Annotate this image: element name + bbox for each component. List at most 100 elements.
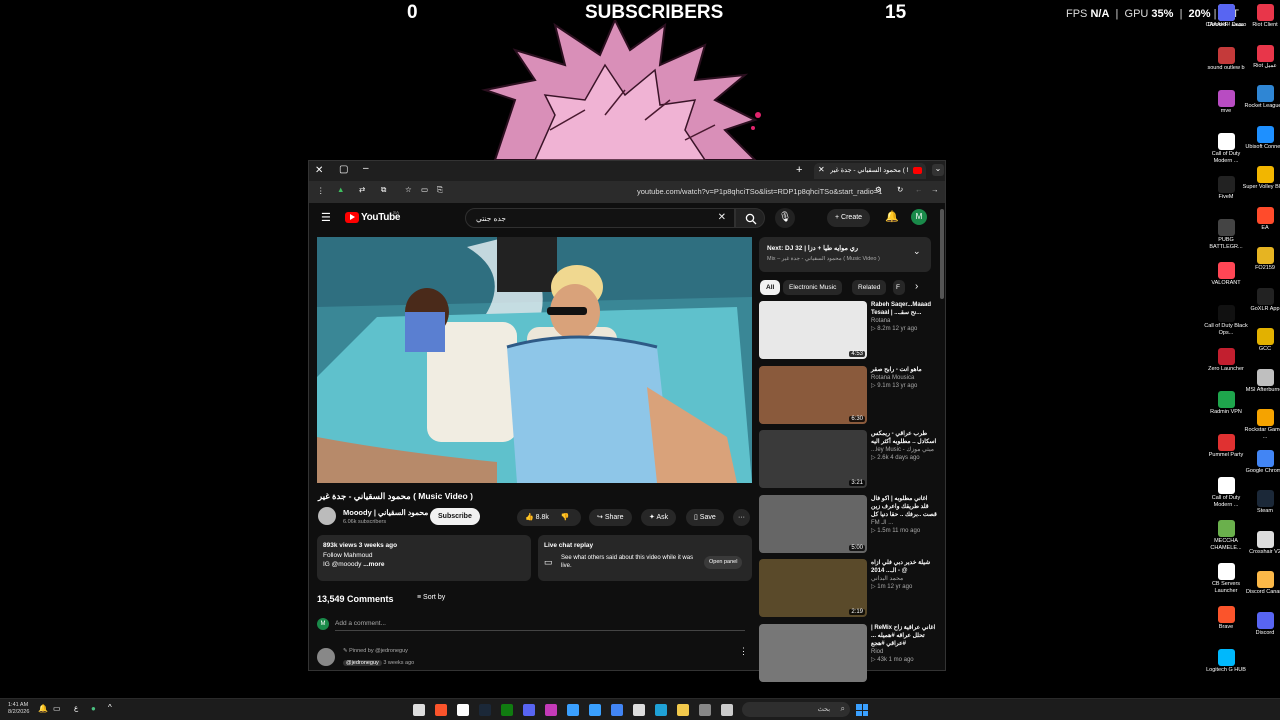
video-thumbnail[interactable]: 6:30 xyxy=(759,365,867,424)
settings-icon[interactable] xyxy=(699,704,711,716)
tray-chevron-up-icon[interactable]: ^ xyxy=(108,703,112,712)
url-text[interactable]: youtube.com/watch?v=P1p8qhciTSo&list=RDP… xyxy=(637,187,882,196)
language-indicator[interactable]: ع xyxy=(74,704,78,712)
related-video-item[interactable]: 4:53 Rabeh Saqer...Maaad Tesaal | ...نح س… xyxy=(759,301,939,359)
desktop-icon[interactable]: FO2159 xyxy=(1242,247,1280,272)
chip-electronic-music[interactable]: Electronic Music xyxy=(783,280,843,295)
add-comment-input[interactable]: Add a comment... xyxy=(335,620,745,631)
taskbar-search-input[interactable]: بحث ⌕ xyxy=(742,702,850,717)
edge-icon[interactable] xyxy=(655,704,667,716)
related-video-title[interactable]: | ReMix اغاني عراقية زاح تحلل عراقه #همي… xyxy=(871,624,937,648)
window-icon[interactable] xyxy=(721,704,733,716)
xbox-icon[interactable] xyxy=(501,704,513,716)
related-video-title[interactable]: اغاني مطلوبه | اكو فال قلد طريقك واعرف ز… xyxy=(871,495,937,519)
back-icon[interactable]: → xyxy=(931,185,939,194)
desktop-icon[interactable]: Ubisoft Connect xyxy=(1242,125,1280,151)
show-more-link[interactable]: ...more xyxy=(363,561,384,568)
open-panel-button[interactable]: Open panel xyxy=(704,556,743,569)
video-thumbnail[interactable]: 4:53 xyxy=(759,301,867,359)
more-actions-button[interactable]: ··· xyxy=(733,509,750,526)
channel-avatar[interactable] xyxy=(318,507,336,525)
notifications-bell-icon[interactable]: 🔔 xyxy=(885,210,899,223)
desktop-icon[interactable]: Super Volley Blast xyxy=(1242,166,1280,191)
obs-icon[interactable] xyxy=(413,704,425,716)
related-video-item[interactable]: 5:00 اغاني مطلوبه | اكو فال قلد طريقك واع… xyxy=(759,494,939,553)
search-input[interactable]: جده جنتي ✕ xyxy=(465,208,735,228)
network-icon[interactable]: ▭ xyxy=(53,704,61,713)
voice-search-icon[interactable]: 🎙 xyxy=(775,208,795,228)
chip-more[interactable]: F xyxy=(893,280,905,295)
account-avatar[interactable]: M xyxy=(911,209,927,225)
pinned-user-chip[interactable]: @jedroneguy xyxy=(343,660,382,666)
related-video-item[interactable]: 3:21 طرب عراقي - ريمكس اسكادل .. مطلوبه أ… xyxy=(759,430,939,488)
active-tab[interactable]: ✕ محمود السقياني - جدة غير ( Mu xyxy=(814,163,926,179)
related-video-channel[interactable]: Riod xyxy=(871,648,937,656)
extensions-puzzle-icon[interactable]: ⧉ xyxy=(381,185,386,195)
create-button[interactable]: + Create xyxy=(827,209,871,227)
desktop-icon[interactable]: EA xyxy=(1242,206,1280,232)
mic-icon[interactable]: ● xyxy=(91,704,96,713)
related-video-title[interactable]: طرب عراقي - ريمكس اسكادل .. مطلوبه أكثر … xyxy=(871,430,937,446)
related-video-title[interactable]: شيلة خدير دبي فلي ازاه الـ... 2014 - @ xyxy=(871,559,937,575)
video-thumbnail[interactable]: 3:21 xyxy=(759,430,867,488)
clear-search-icon[interactable]: ✕ xyxy=(718,212,726,223)
related-video-channel[interactable]: FM الـ ... xyxy=(871,519,937,527)
related-video-channel[interactable]: Rotana xyxy=(871,317,937,325)
mix-playlist-panel[interactable]: Next: DJ 32 | ري موايه طيا + دزا Mix – م… xyxy=(759,237,931,272)
store-icon[interactable] xyxy=(633,704,645,716)
desktop-icon[interactable]: Riot Client xyxy=(1242,4,1280,29)
related-video-item[interactable]: 2:19 شيلة خدير دبي فلي ازاه الـ... 2014 -… xyxy=(759,559,939,617)
desktop-icon[interactable]: Crosshair V2 xyxy=(1242,530,1280,556)
video-thumbnail[interactable]: 2:19 xyxy=(759,559,867,617)
chip-all[interactable]: All xyxy=(760,280,781,295)
desktop-icon[interactable]: Discord Canary xyxy=(1242,571,1280,596)
menu-dots-icon[interactable]: ⋮ xyxy=(317,186,325,195)
new-tab-icon[interactable]: + xyxy=(796,164,802,176)
discord-icon[interactable] xyxy=(523,704,535,716)
screenshot-icon[interactable]: ▭ xyxy=(421,185,428,194)
chrome-icon[interactable] xyxy=(611,704,623,716)
desktop-icon[interactable]: Steam xyxy=(1242,490,1280,515)
page-scrollbar[interactable] xyxy=(940,209,944,299)
dislike-button[interactable]: 👎 xyxy=(561,514,570,521)
tiktok-icon[interactable] xyxy=(457,704,469,716)
related-video-title[interactable]: Rabeh Saqer...Maaad Tesaal | ...نح سقـ..… xyxy=(871,301,937,317)
related-video-item[interactable]: | ReMix اغاني عراقية زاح تحلل عراقه #همي… xyxy=(759,623,939,682)
related-video-title[interactable]: ماهو انت - رابح صقر xyxy=(871,366,937,374)
like-button[interactable]: 👍 8.8k xyxy=(525,514,549,521)
search-button[interactable] xyxy=(735,208,765,228)
desktop-icon[interactable]: Google Chrome xyxy=(1242,449,1280,475)
video-player[interactable] xyxy=(317,237,752,483)
notification-icon[interactable]: 🔔 xyxy=(38,704,48,713)
desktop-icon[interactable]: Rockstar Games ... xyxy=(1242,409,1280,440)
comment-menu-icon[interactable]: ⋮ xyxy=(739,646,748,657)
desktop-icon[interactable]: Logitech G HUB xyxy=(1203,649,1249,674)
save-button[interactable]: ▯ Save xyxy=(686,509,724,526)
tab-list-icon[interactable]: ⌄ xyxy=(932,164,944,176)
extension-icon[interactable]: ▲ xyxy=(337,185,344,194)
description-box[interactable]: 893k views 3 weeks ago Follow Mahmoud IG… xyxy=(317,535,531,581)
site-settings-icon[interactable]: ⚙ xyxy=(875,185,882,194)
share-button[interactable]: ↪ Share xyxy=(589,509,632,526)
related-video-item[interactable]: 6:30 ماهو انت - رابح صقر Rotana Mousica ▷ 9… xyxy=(759,365,939,424)
medal-icon[interactable] xyxy=(545,704,557,716)
translate-icon[interactable]: ⇄ xyxy=(359,185,365,194)
bookmark-star-icon[interactable]: ☆ xyxy=(405,185,412,194)
photos-icon[interactable] xyxy=(567,704,579,716)
chips-next-chevron-icon[interactable]: › xyxy=(915,281,918,292)
close-tab-icon[interactable]: ✕ xyxy=(818,165,825,174)
desktop-icon[interactable]: GCC xyxy=(1242,328,1280,353)
minimize-icon[interactable]: – xyxy=(363,163,369,174)
desktop-icon[interactable]: GoXLR App xyxy=(1242,287,1280,313)
forward-icon[interactable]: ← xyxy=(915,185,923,194)
hamburger-menu-icon[interactable]: ☰ xyxy=(321,211,331,224)
subscribe-button[interactable]: Subscribe xyxy=(430,508,480,525)
folder-icon[interactable] xyxy=(677,704,689,716)
ask-button[interactable]: ✦ Ask xyxy=(641,509,677,526)
calendar-icon[interactable] xyxy=(589,704,601,716)
expand-chevron-down-icon[interactable]: ⌄ xyxy=(913,246,921,257)
related-video-channel[interactable]: محمد البداني xyxy=(871,575,937,583)
reload-icon[interactable]: ↻ xyxy=(897,185,903,194)
system-clock[interactable]: 1:41 AM 8/2/2026 xyxy=(8,702,29,716)
sort-by-button[interactable]: ≡ Sort by xyxy=(417,594,445,601)
